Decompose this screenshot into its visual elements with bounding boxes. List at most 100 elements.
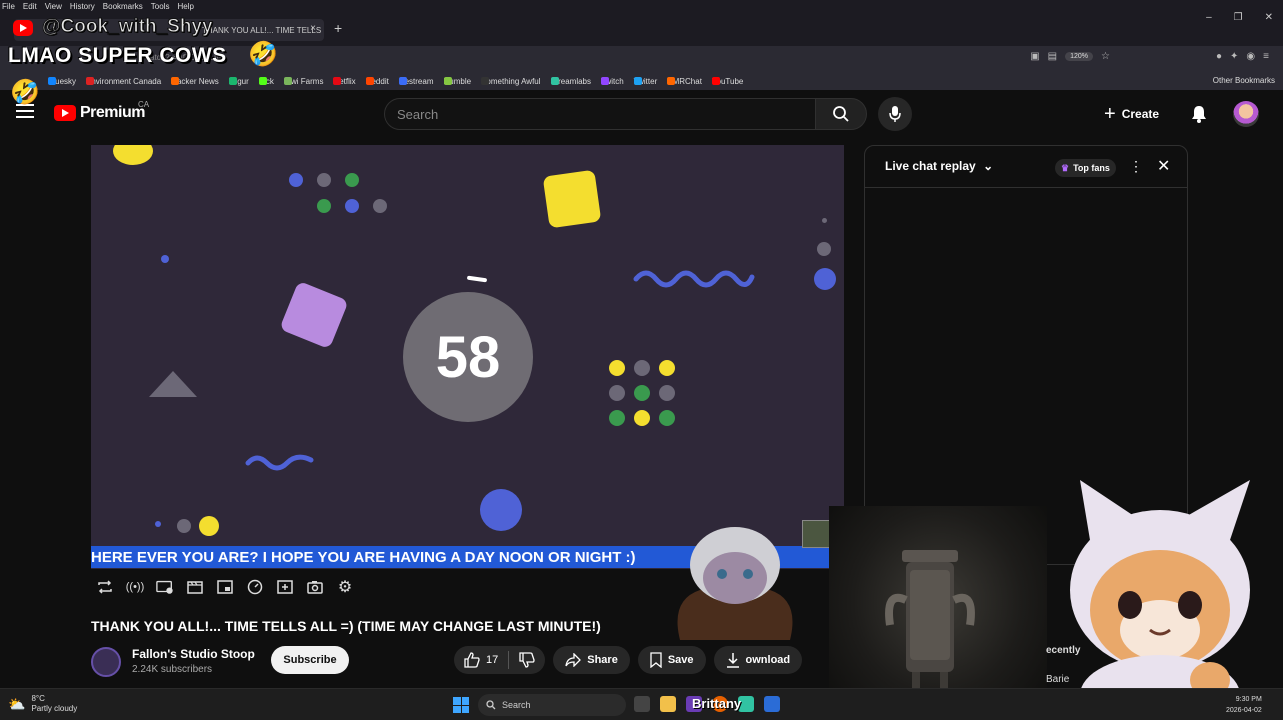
menu-item-help[interactable]: Help xyxy=(177,2,193,11)
browser-menubar: File Edit View History Bookmarks Tools Help xyxy=(0,0,1283,12)
shape-dot xyxy=(345,199,359,213)
create-button[interactable]: + Create xyxy=(1104,100,1174,128)
reader-icon[interactable]: ▣ xyxy=(1030,51,1039,62)
taskbar-search[interactable]: Search xyxy=(478,694,626,716)
chat-header: Live chat replay ⌄ ♛ Top fans ⋮ ✕ xyxy=(865,146,1187,188)
bookmark-kick[interactable]: Kick xyxy=(258,77,274,86)
channel-name[interactable]: Fallon's Studio Stoop xyxy=(132,647,255,661)
bookmark-bluesky[interactable]: Bluesky xyxy=(48,77,76,86)
menu-item-history[interactable]: History xyxy=(70,2,95,11)
video-actions: 17 Share Save ownload xyxy=(454,646,803,674)
video-title: THANK YOU ALL!... TIME TELLS ALL =) (TIM… xyxy=(91,618,601,634)
chat-title-dropdown[interactable]: Live chat replay ⌄ xyxy=(885,159,993,173)
extension-icon[interactable]: ● xyxy=(1216,51,1222,62)
task-view-icon[interactable] xyxy=(634,696,650,712)
top-fans-button[interactable]: ♛ Top fans xyxy=(1055,159,1116,177)
clock-date: 2026-04-02 xyxy=(1226,707,1262,714)
bookmark-streamlabs[interactable]: Streamlabs xyxy=(550,77,591,86)
voice-search-button[interactable] xyxy=(878,97,912,131)
clip-icon[interactable] xyxy=(186,578,204,596)
pip-mode-icon[interactable] xyxy=(216,578,234,596)
video-player[interactable]: 58 xyxy=(91,145,844,569)
shape-dot xyxy=(659,410,675,426)
bookmark-imgur[interactable]: imgur xyxy=(228,77,249,86)
youtube-logo[interactable]: Premium xyxy=(54,104,145,122)
search-input[interactable]: Search xyxy=(384,98,816,130)
shape-yellow-square xyxy=(542,169,602,229)
country-code: CA xyxy=(138,100,150,109)
loop-icon[interactable] xyxy=(96,578,114,596)
download-button[interactable]: ownload xyxy=(713,646,803,674)
bookmark-favicon-icon xyxy=(86,77,95,85)
shape-dot xyxy=(659,360,675,376)
settings-gear-icon[interactable]: ⚙ xyxy=(336,578,354,596)
other-bookmarks[interactable]: Other Bookmarks xyxy=(1213,76,1275,85)
clock-time: 9:30 PM xyxy=(1235,696,1262,703)
account-icon[interactable]: ◉ xyxy=(1246,51,1255,62)
youtube-badge-icon xyxy=(13,20,33,36)
bookmark-netflix[interactable]: Netflix xyxy=(333,77,356,86)
tab-title: THANK YOU ALL!... TIME TELLS xyxy=(202,25,322,35)
broadcast-icon[interactable]: ((•)) xyxy=(126,578,145,596)
bookmark-restream[interactable]: Restream xyxy=(398,77,434,86)
bookmark-reddit[interactable]: Reddit xyxy=(365,77,389,86)
bookmark-xmrchat[interactable]: XMRChat xyxy=(667,77,702,86)
notifications-bell-icon[interactable] xyxy=(1189,104,1209,129)
bookmark-something-awful[interactable]: Something Awful xyxy=(481,77,541,86)
bookmark-twitch[interactable]: Twitch xyxy=(601,77,624,86)
shape-dot xyxy=(317,173,331,187)
bookmark-hacker-news[interactable]: Hacker News xyxy=(171,77,219,86)
subscribe-button[interactable]: Subscribe xyxy=(271,646,349,674)
shape-blue-wave xyxy=(245,454,314,471)
shape-triangle xyxy=(149,371,197,397)
minimize-icon[interactable]: – xyxy=(1206,12,1212,23)
search-icon xyxy=(833,106,849,122)
caption-text: HERE EVER YOU ARE? I HOPE YOU ARE HAVING… xyxy=(91,548,636,566)
share-button[interactable]: Share xyxy=(553,646,630,674)
close-tab-icon[interactable]: × xyxy=(310,23,316,34)
search-button[interactable] xyxy=(815,98,867,130)
bookmark-rumble[interactable]: Rumble xyxy=(443,77,471,86)
bookmark-kiwi-farms[interactable]: Kiwi Farms xyxy=(283,77,323,86)
bookmark-twitter[interactable]: Twitter xyxy=(633,77,657,86)
new-tab-button[interactable]: + xyxy=(334,20,342,36)
menu-item-file[interactable]: File xyxy=(2,2,15,11)
speed-icon[interactable] xyxy=(246,578,264,596)
screenshot-icon[interactable] xyxy=(306,578,324,596)
like-button[interactable]: 17 xyxy=(454,652,508,668)
overlay-handle: @Cook_with_Shyy xyxy=(42,16,214,38)
weather-widget[interactable]: ⛅ 8°C Partly cloudy xyxy=(8,694,77,714)
laughing-emoji-icon: 🤣 xyxy=(10,79,40,106)
system-clock[interactable]: 9:30 PM 2026-04-02 xyxy=(1226,694,1262,716)
menu-item-bookmarks[interactable]: Bookmarks xyxy=(103,2,143,11)
save-button[interactable]: Save xyxy=(637,646,706,674)
menu-item-edit[interactable]: Edit xyxy=(23,2,37,11)
account-avatar[interactable] xyxy=(1233,101,1259,127)
zoom-badge[interactable]: 120% xyxy=(1065,52,1094,61)
close-window-icon[interactable]: ✕ xyxy=(1265,12,1273,23)
taskbar-search-label: Search xyxy=(502,700,531,710)
download-icon xyxy=(726,653,739,668)
bookmark-environment-canada[interactable]: Environment Canada xyxy=(86,77,161,86)
shape-dot xyxy=(609,360,625,376)
windows-start-icon[interactable] xyxy=(453,697,469,713)
bookmark-icon xyxy=(650,652,662,668)
add-frame-icon[interactable] xyxy=(276,578,294,596)
app-icon[interactable] xyxy=(764,696,780,712)
menu-item-tools[interactable]: Tools xyxy=(151,2,170,11)
channel-avatar[interactable] xyxy=(91,647,121,677)
more-options-icon[interactable]: ⋮ xyxy=(1129,158,1143,175)
file-explorer-icon[interactable] xyxy=(660,696,676,712)
menu-icon[interactable]: ≡ xyxy=(1263,51,1269,62)
puzzle-icon[interactable]: ✦ xyxy=(1230,51,1238,62)
close-chat-icon[interactable]: ✕ xyxy=(1157,156,1170,176)
bookmark-favicon-icon xyxy=(283,77,292,85)
dislike-button[interactable] xyxy=(509,652,545,668)
menu-item-view[interactable]: View xyxy=(45,2,62,11)
star-icon[interactable]: ☆ xyxy=(1101,51,1110,62)
bookmark-youtube[interactable]: YouTube xyxy=(711,77,743,86)
pip-icon[interactable]: ▤ xyxy=(1048,51,1057,62)
bookmark-label: Environment Canada xyxy=(86,76,162,86)
screen-record-icon[interactable] xyxy=(156,578,174,596)
maximize-icon[interactable]: ❐ xyxy=(1234,12,1243,23)
